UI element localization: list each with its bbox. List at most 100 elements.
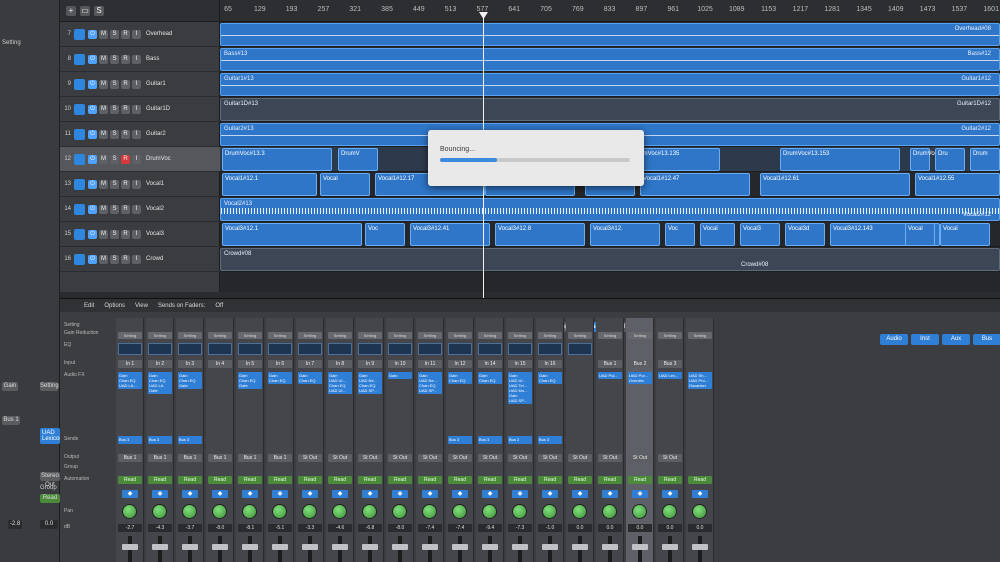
edit-menu[interactable]: Edit bbox=[84, 303, 94, 309]
eq-thumbnail[interactable] bbox=[208, 343, 232, 355]
setting-button[interactable]: Setting bbox=[118, 332, 142, 339]
automation-mode[interactable]: Read bbox=[658, 476, 682, 484]
audio-fx-slot[interactable]: Gain Chan EQ bbox=[298, 372, 322, 384]
output-slot[interactable]: St Out bbox=[328, 454, 352, 462]
pan-knob[interactable] bbox=[542, 504, 557, 519]
power-icon[interactable]: ⏻ bbox=[88, 29, 97, 39]
pan-knob[interactable] bbox=[332, 504, 347, 519]
input-slot[interactable]: Bus 1 bbox=[598, 360, 622, 368]
region-clip[interactable]: Vocal3#12.8 bbox=[495, 223, 585, 246]
track-button-m[interactable]: M bbox=[99, 154, 108, 164]
track-header-row[interactable]: 9 ⏻ M S R I Guitar1 bbox=[60, 72, 220, 97]
track-button-r[interactable]: R bbox=[121, 229, 130, 239]
bar-ruler[interactable]: 65 129 193 257 321 385 449 513 577 641 705 769 833 89… bbox=[220, 0, 1000, 22]
audio-fx-slot[interactable]: Gain Chan EQ UAD LA... bbox=[118, 372, 142, 389]
setting-button[interactable]: Setting bbox=[598, 332, 622, 339]
eq-thumbnail[interactable] bbox=[478, 343, 502, 355]
automation-mode[interactable]: Read bbox=[688, 476, 712, 484]
fader-handle[interactable] bbox=[662, 544, 678, 550]
input-slot[interactable]: In 16 bbox=[538, 360, 562, 368]
input-slot[interactable]: In 4 bbox=[208, 360, 232, 368]
region-crowd[interactable]: Crowd#08 Crowd#08 bbox=[220, 248, 1000, 271]
track-button-i[interactable]: I bbox=[132, 29, 141, 39]
track-button-i[interactable]: I bbox=[132, 179, 141, 189]
stereo-link-icon[interactable]: ◆ bbox=[482, 490, 498, 498]
send-slot[interactable]: Bus 3 bbox=[148, 436, 172, 444]
stereo-link-icon[interactable]: ◆ bbox=[692, 490, 708, 498]
track-button-i[interactable]: I bbox=[132, 154, 141, 164]
eq-thumbnail[interactable] bbox=[178, 343, 202, 355]
track-header-row[interactable]: 13 ⏻ M S R I Vocal1 bbox=[60, 172, 220, 197]
audio-fx-slot[interactable]: Gain Chan EQ bbox=[538, 372, 562, 384]
output-slot[interactable]: St Out bbox=[298, 454, 322, 462]
region-clip[interactable]: Voc bbox=[365, 223, 405, 246]
pan-knob[interactable] bbox=[182, 504, 197, 519]
power-icon[interactable]: ⏻ bbox=[88, 104, 97, 114]
setting-button[interactable]: Setting bbox=[568, 332, 592, 339]
pan-knob[interactable] bbox=[512, 504, 527, 519]
fader-handle[interactable] bbox=[482, 544, 498, 550]
automation-mode[interactable]: Read bbox=[208, 476, 232, 484]
audio-fx-slot[interactable]: UAD Sh... UAD Pro... Oscarizer bbox=[688, 372, 712, 389]
power-icon[interactable]: ⏻ bbox=[88, 204, 97, 214]
region-clip[interactable]: Vocal bbox=[905, 223, 935, 246]
eq-thumbnail[interactable] bbox=[448, 343, 472, 355]
track-name[interactable]: Guitar1 bbox=[146, 81, 166, 87]
track-button-m[interactable]: M bbox=[99, 104, 108, 114]
track-name[interactable]: Vocal1 bbox=[146, 181, 164, 187]
input-slot[interactable]: In 12 bbox=[448, 360, 472, 368]
track-button-s[interactable]: S bbox=[110, 79, 119, 89]
fader-handle[interactable] bbox=[302, 544, 318, 550]
setting-button[interactable]: Setting bbox=[448, 332, 472, 339]
eq-thumbnail[interactable] bbox=[388, 343, 412, 355]
audio-fx-slot[interactable]: Gain Chan EQ bbox=[448, 372, 472, 384]
fader-handle[interactable] bbox=[272, 544, 288, 550]
automation-mode[interactable]: Read bbox=[238, 476, 262, 484]
pan-knob[interactable] bbox=[392, 504, 407, 519]
send-slot[interactable]: Bus 3 bbox=[118, 436, 142, 444]
audio-fx-slot[interactable]: Gain Chan EQ Gate bbox=[178, 372, 202, 389]
track-header-row[interactable]: 16 ⏻ M S R I Crowd bbox=[60, 247, 220, 272]
pan-knob[interactable] bbox=[272, 504, 287, 519]
track-button-m[interactable]: M bbox=[99, 204, 108, 214]
pan-knob[interactable] bbox=[122, 504, 137, 519]
audio-fx-slot[interactable]: Gain Chan EQ UAD LA Gate bbox=[148, 372, 172, 394]
output-slot[interactable]: Bus 1 bbox=[268, 454, 292, 462]
track-button-s[interactable]: S bbox=[110, 29, 119, 39]
pan-knob[interactable] bbox=[482, 504, 497, 519]
fader-handle[interactable] bbox=[362, 544, 378, 550]
fader-handle[interactable] bbox=[332, 544, 348, 550]
region-clip[interactable]: Vocal3#12. bbox=[590, 223, 660, 246]
region-clip[interactable]: Vocal3d bbox=[785, 223, 825, 246]
pan-knob[interactable] bbox=[242, 504, 257, 519]
region-clip[interactable]: Drum bbox=[970, 148, 1000, 171]
region-clip[interactable]: DrumVoc#13.3 bbox=[222, 148, 332, 171]
output-slot[interactable]: St Out bbox=[508, 454, 532, 462]
eq-thumbnail[interactable] bbox=[328, 343, 352, 355]
output-slot[interactable]: Bus 1 bbox=[178, 454, 202, 462]
input-slot[interactable]: In 8 bbox=[328, 360, 352, 368]
track-name[interactable]: Vocal3 bbox=[146, 231, 164, 237]
audio-fx-slot[interactable]: UAD Pur... Overdriv bbox=[628, 372, 652, 384]
setting-button[interactable]: Setting bbox=[238, 332, 262, 339]
stereo-link-icon[interactable]: ◆ bbox=[362, 490, 378, 498]
pan-knob[interactable] bbox=[362, 504, 377, 519]
insp-setting-button[interactable]: Setting bbox=[40, 382, 59, 391]
track-button-r[interactable]: R bbox=[121, 204, 130, 214]
track-button-s[interactable]: S bbox=[110, 154, 119, 164]
pan-knob[interactable] bbox=[602, 504, 617, 519]
fader-handle[interactable] bbox=[602, 544, 618, 550]
send-slot[interactable]: Bus 3 bbox=[448, 436, 472, 444]
track-name[interactable]: Vocal2 bbox=[146, 206, 164, 212]
stereo-link-icon[interactable]: ◆ bbox=[452, 490, 468, 498]
setting-button[interactable]: Setting bbox=[328, 332, 352, 339]
automation-mode[interactable]: Read bbox=[328, 476, 352, 484]
setting-button[interactable]: Setting bbox=[298, 332, 322, 339]
setting-button[interactable]: Setting bbox=[478, 332, 502, 339]
automation-mode[interactable]: Read bbox=[508, 476, 532, 484]
stereo-link-icon[interactable]: ◆ bbox=[392, 490, 408, 498]
automation-mode[interactable]: Read bbox=[388, 476, 412, 484]
region-guitar1[interactable]: Guitar1#13 Guitar1#12 bbox=[220, 73, 1000, 96]
setting-button[interactable]: Setting bbox=[418, 332, 442, 339]
region-overhead[interactable]: Overhead#08 bbox=[220, 23, 1000, 46]
